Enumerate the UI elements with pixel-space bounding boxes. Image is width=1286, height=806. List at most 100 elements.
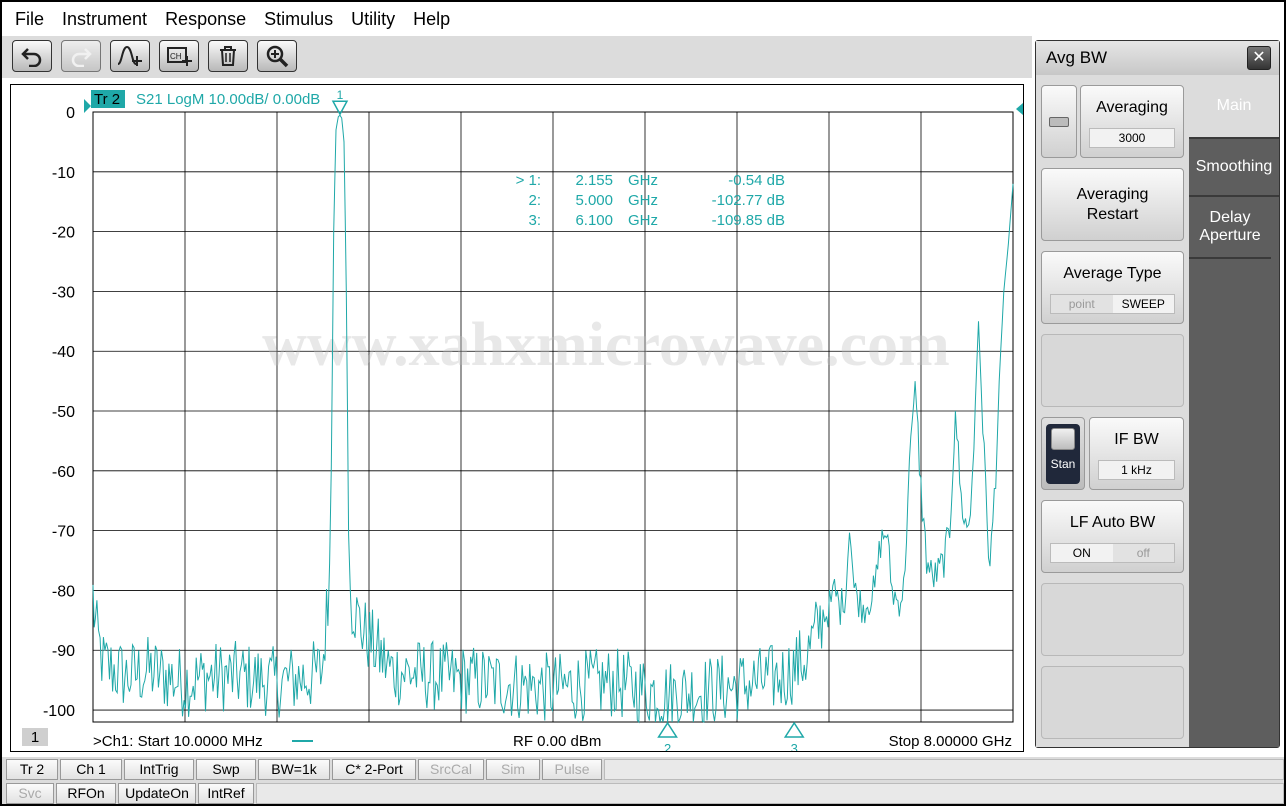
status-bar-bottom: Svc RFOn UpdateOn IntRef xyxy=(2,781,1284,804)
status-srccal[interactable]: SrcCal xyxy=(418,758,484,780)
close-icon: ✕ xyxy=(1252,49,1266,66)
empty-softkey xyxy=(1041,334,1184,407)
status-sim[interactable]: Sim xyxy=(486,758,540,780)
status-pulse[interactable]: Pulse xyxy=(542,758,602,780)
channel-add-icon: CH xyxy=(167,47,192,66)
panel-header: Avg BW ✕ xyxy=(1036,41,1279,75)
zoom-in-icon xyxy=(266,45,289,68)
zoom-button[interactable] xyxy=(257,40,297,72)
y-tick-label: -40 xyxy=(52,344,75,361)
averaging-restart-button[interactable]: Averaging Restart xyxy=(1041,168,1184,241)
y-tick-label: -20 xyxy=(52,225,75,242)
lf-auto-bw-toggle[interactable]: ON off xyxy=(1050,543,1175,563)
marker-unit: GHz xyxy=(628,212,658,229)
status-sweep[interactable]: Swp xyxy=(196,758,256,780)
tab-delay-aperture[interactable]: Delay Aperture xyxy=(1189,197,1271,259)
watermark: www.xahxmicrowave.com xyxy=(262,311,950,379)
undo-icon xyxy=(21,48,42,67)
average-type-sweep[interactable]: SWEEP xyxy=(1112,295,1174,313)
trace-chart[interactable]: www.xahxmicrowave.com 0 -10 -20 -30 -40 -50 -6… xyxy=(11,85,1023,751)
panel-title: Avg BW xyxy=(1046,48,1108,67)
status-int-ref[interactable]: IntRef xyxy=(198,782,254,804)
menu-stimulus[interactable]: Stimulus xyxy=(255,2,342,36)
redo-button[interactable] xyxy=(61,40,101,72)
status-bar-top: Tr 2 Ch 1 IntTrig Swp BW=1k C* 2-Port Sr… xyxy=(2,757,1284,781)
marker-table: > 1: 2.155 GHz -0.54 dB 2: 5.000 GHz -10… xyxy=(516,172,785,229)
softkey-column: Averaging 3000 Averaging Restart Average… xyxy=(1036,75,1189,747)
tab-label: Delay Aperture xyxy=(1199,209,1261,244)
average-type-toggle[interactable]: point SWEEP xyxy=(1050,294,1175,314)
lf-auto-bw-off[interactable]: off xyxy=(1112,544,1174,562)
lf-auto-bw-on[interactable]: ON xyxy=(1051,544,1113,562)
y-tick-label: -30 xyxy=(52,284,75,301)
averaging-label: Averaging xyxy=(1096,99,1168,116)
average-type-point[interactable]: point xyxy=(1051,295,1113,313)
if-bw-softkey[interactable]: IF BW 1 kHz xyxy=(1089,417,1184,490)
trace-ref-right-icon xyxy=(1016,103,1023,115)
averaging-enable-toggle[interactable] xyxy=(1041,85,1077,158)
trace-tag[interactable]: Tr 2 xyxy=(94,91,120,108)
close-button[interactable]: ✕ xyxy=(1247,46,1271,70)
status-empty-field xyxy=(256,782,1284,804)
undo-button[interactable] xyxy=(12,40,52,72)
softkey-panel: Avg BW ✕ Averaging 3000 Averaging Restar… xyxy=(1035,40,1280,748)
chart-area[interactable]: www.xahxmicrowave.com 0 -10 -20 -30 -40 -50 -6… xyxy=(10,84,1024,752)
average-type-label: Average Type xyxy=(1063,265,1162,282)
empty-softkey xyxy=(1041,666,1184,739)
status-update-on[interactable]: UpdateOn xyxy=(118,782,196,804)
status-svc[interactable]: Svc xyxy=(6,782,54,804)
status-calibration[interactable]: C* 2-Port xyxy=(332,758,416,780)
y-tick-label: 0 xyxy=(66,105,75,122)
status-channel[interactable]: Ch 1 xyxy=(60,758,122,780)
add-marker-button[interactable] xyxy=(110,40,150,72)
status-bandwidth[interactable]: BW=1k xyxy=(258,758,330,780)
averaging-softkey[interactable]: Averaging 3000 xyxy=(1080,85,1184,158)
svg-text:CH: CH xyxy=(170,52,182,61)
menu-response[interactable]: Response xyxy=(156,2,255,36)
averaging-value[interactable]: 3000 xyxy=(1089,128,1175,148)
trace-info[interactable]: S21 LogM 10.00dB/ 0.00dB xyxy=(136,91,320,108)
y-tick-label: -50 xyxy=(52,404,75,421)
menu-help[interactable]: Help xyxy=(404,2,459,36)
footer-rf[interactable]: RF 0.00 dBm xyxy=(513,733,601,750)
add-channel-button[interactable]: CH xyxy=(159,40,199,72)
marker-unit: GHz xyxy=(628,172,658,189)
stan-label: Stan xyxy=(1050,457,1076,471)
tab-label: Smoothing xyxy=(1195,158,1273,175)
menu-file[interactable]: File xyxy=(6,2,53,36)
y-tick-label: -10 xyxy=(52,165,75,182)
marker-value: -109.85 dB xyxy=(712,212,785,229)
menu-bar: File Instrument Response Stimulus Utilit… xyxy=(2,2,1284,36)
status-rf-on[interactable]: RFOn xyxy=(56,782,116,804)
trace-ref-left-icon xyxy=(84,99,91,113)
delete-button[interactable] xyxy=(208,40,248,72)
status-trace[interactable]: Tr 2 xyxy=(6,758,58,780)
trash-icon xyxy=(220,46,236,66)
marker-freq: 2.155 xyxy=(575,172,613,189)
average-type-softkey[interactable]: Average Type point SWEEP xyxy=(1041,251,1184,324)
marker-value: -0.54 dB xyxy=(728,172,785,189)
marker-add-icon xyxy=(117,45,142,66)
tab-label: Main xyxy=(1216,97,1252,114)
tab-main[interactable]: Main xyxy=(1189,75,1279,139)
menu-utility[interactable]: Utility xyxy=(342,2,404,36)
y-tick-label: -70 xyxy=(52,524,75,541)
footer-stop[interactable]: Stop 8.00000 GHz xyxy=(889,733,1012,750)
if-bw-value[interactable]: 1 kHz xyxy=(1098,460,1175,480)
toolbar: CH xyxy=(2,36,1032,78)
y-tick-label: -90 xyxy=(52,643,75,660)
lf-auto-bw-softkey[interactable]: LF Auto BW ON off xyxy=(1041,500,1184,573)
if-bw-label: IF BW xyxy=(1114,431,1159,448)
marker-freq: 6.100 xyxy=(575,212,613,229)
tab-smoothing[interactable]: Smoothing xyxy=(1189,139,1279,197)
footer-start[interactable]: >Ch1: Start 10.0000 MHz xyxy=(93,733,263,750)
y-tick-label: -60 xyxy=(52,464,75,481)
menu-instrument[interactable]: Instrument xyxy=(53,2,156,36)
toggle-indicator-icon xyxy=(1049,117,1069,127)
marker-symbol xyxy=(657,721,678,738)
averaging-restart-label: Averaging Restart xyxy=(1076,186,1149,223)
marker-id: 2: xyxy=(528,192,541,209)
if-bw-standard-toggle[interactable]: Stan xyxy=(1041,417,1085,490)
stan-indicator: Stan xyxy=(1046,424,1080,484)
status-trigger[interactable]: IntTrig xyxy=(124,758,194,780)
